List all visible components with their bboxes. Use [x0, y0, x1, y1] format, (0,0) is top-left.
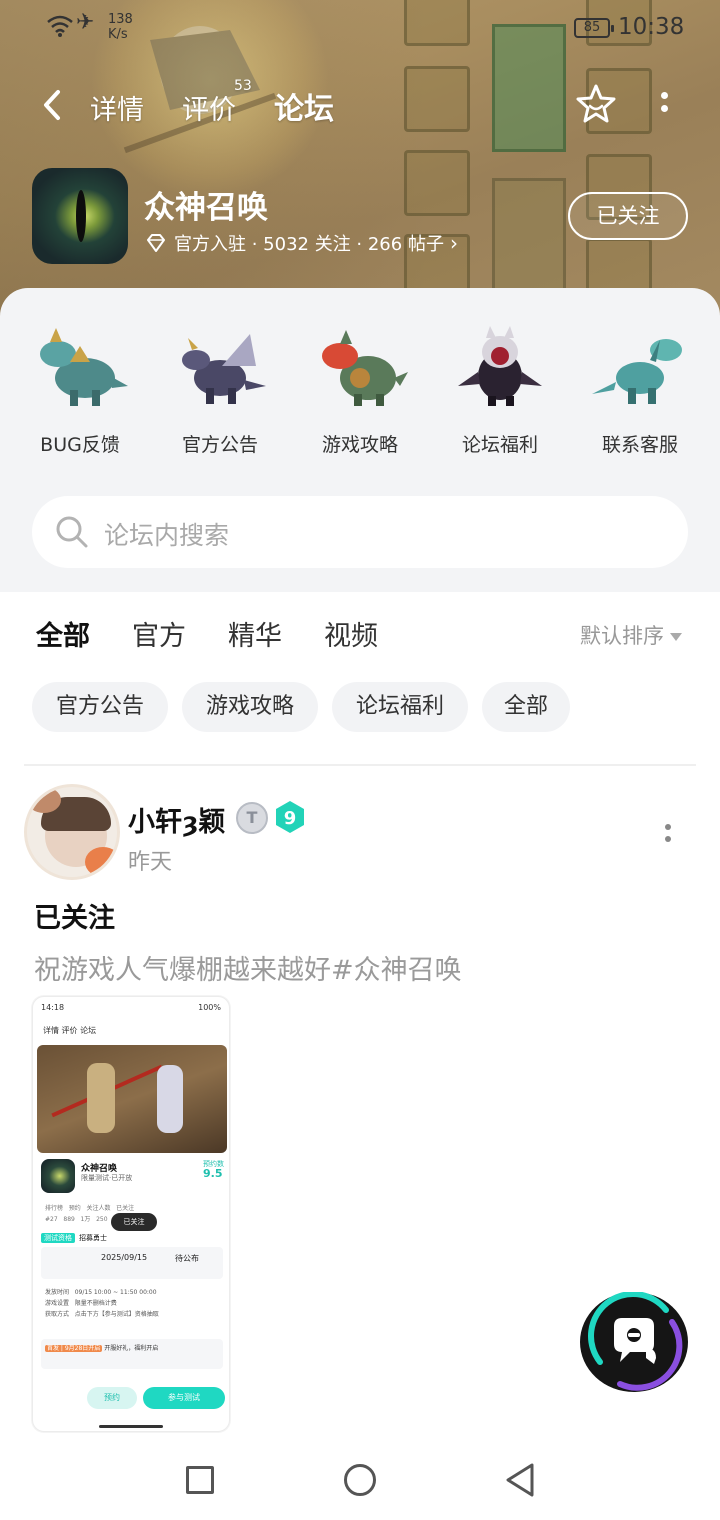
user-tier-badge: T [236, 802, 268, 834]
chat-bubble-icon [588, 1292, 683, 1391]
thumb-details: 发放时间 09/15 10:00 ~ 11:50 00:00 游戏设置 限量不删… [45, 1289, 159, 1318]
airplane-icon: ✈ [76, 10, 95, 35]
thumb-hero-image [37, 1045, 227, 1153]
category-guide[interactable]: 游戏攻略 [290, 312, 430, 462]
category-label: BUG反馈 [40, 434, 120, 456]
category-grid: BUG反馈 官方公告 游戏攻略 论坛福利 联系客服 [0, 312, 720, 462]
search-icon [56, 516, 88, 548]
filter-tab-featured[interactable]: 精华 [228, 614, 282, 653]
chip-all[interactable]: 全部 [482, 682, 570, 732]
network-speed-value: 138 [108, 12, 133, 27]
more-vertical-icon[interactable] [656, 88, 672, 124]
search-input[interactable]: 论坛内搜索 [104, 516, 229, 552]
tab-review[interactable]: 评价 53 [182, 78, 252, 127]
post-image[interactable]: 14:18 100% 详情 评价 论坛 众神召唤 限量测试·已开放 预约数 9.… [32, 996, 230, 1432]
sort-dropdown[interactable]: 默认排序 [580, 620, 682, 650]
status-bar: ✈ 138 K/s 85 10:38 [0, 0, 720, 58]
thumb-date-box: 2025/09/15 待公布 [41, 1247, 223, 1279]
recent-apps-icon[interactable] [186, 1466, 214, 1494]
thumb-date-left: 2025/09/15 [101, 1253, 148, 1262]
network-speed-unit: K/s [108, 27, 128, 42]
wifi-icon [47, 15, 73, 37]
filter-tab-all[interactable]: 全部 [36, 614, 90, 655]
thumb-tag-text: 招募勇士 [79, 1234, 107, 1242]
post-fab-button[interactable] [580, 1292, 688, 1392]
category-bug-feedback[interactable]: BUG反馈 [10, 312, 150, 462]
category-label: 联系客服 [601, 434, 678, 456]
dragon-guide-icon [322, 330, 408, 406]
post-time: 昨天 [128, 850, 173, 875]
follow-button[interactable]: 已关注 [568, 192, 688, 240]
filter-tab-label: 全部 [36, 621, 90, 652]
dragon-bug-icon [40, 328, 128, 406]
thumb-reserve-button: 预约 [87, 1387, 137, 1409]
thumb-event-text: 开服好礼，福利开启 [104, 1345, 159, 1352]
post-more-icon[interactable] [662, 824, 674, 848]
home-icon[interactable] [344, 1464, 376, 1496]
caret-down-icon [670, 633, 682, 641]
dragon-service-icon [592, 339, 682, 404]
level-badge-value: 9 [284, 808, 297, 829]
thumb-home-indicator [99, 1425, 163, 1428]
thumb-score: 9.5 [203, 1167, 223, 1180]
chip-announcement[interactable]: 官方公告 [32, 682, 168, 732]
game-name: 众神召唤 [144, 190, 268, 226]
battery-level: 85 [583, 20, 601, 35]
topic-chips: 官方公告 游戏攻略 论坛福利 全部 [0, 682, 720, 734]
chevron-left-icon[interactable] [36, 86, 68, 124]
category-label: 官方公告 [181, 434, 258, 456]
game-icon[interactable] [32, 168, 128, 264]
post-username[interactable]: 小轩ȝ颖 [128, 800, 225, 839]
thumb-followed-pill: 已关注 [111, 1213, 157, 1231]
avatar[interactable] [24, 784, 120, 880]
search-bar[interactable]: 论坛内搜索 [32, 496, 688, 568]
category-label: 游戏攻略 [321, 434, 398, 456]
thumb-date-right: 待公布 [175, 1254, 199, 1263]
thumb-join-test-button: 参与测试 [143, 1387, 225, 1409]
tab-forum[interactable]: 论坛 [270, 84, 342, 130]
chip-guide[interactable]: 游戏攻略 [182, 682, 318, 732]
star-icon[interactable] [574, 82, 618, 126]
forum-panel: BUG反馈 官方公告 游戏攻略 论坛福利 联系客服 论坛内搜索 [0, 288, 720, 592]
sort-label: 默认排序 [580, 624, 664, 648]
network-speed: 138 K/s [108, 12, 133, 42]
dragon-announcement-icon [182, 334, 266, 404]
level-badge-icon: 9 [276, 801, 304, 833]
tab-detail[interactable]: 详情 [90, 88, 144, 127]
category-customer-service[interactable]: 联系客服 [570, 312, 710, 462]
top-nav: 详情 评价 53 论坛 [0, 70, 720, 140]
category-announcement[interactable]: 官方公告 [150, 312, 290, 462]
thumb-tag: 测试资格 招募勇士 [41, 1233, 107, 1243]
thumb-game-sub: 限量测试·已开放 [81, 1174, 133, 1182]
review-count: 53 [234, 78, 252, 94]
divider [24, 764, 696, 766]
filter-tab-official[interactable]: 官方 [132, 614, 186, 653]
thumb-game-icon [41, 1159, 75, 1193]
battery-icon: 85 [574, 18, 614, 38]
game-meta[interactable]: 官方入驻 · 5032 关注 · 266 帖子 › [146, 230, 458, 256]
thumb-status-battery: 100% [198, 1003, 221, 1012]
thumb-status-time: 14:18 [41, 1003, 65, 1012]
category-welfare[interactable]: 论坛福利 [430, 312, 570, 462]
thumb-nav: 详情 评价 论坛 [43, 1026, 97, 1035]
system-nav-bar [0, 1440, 720, 1520]
post-title[interactable]: 已关注 [34, 896, 115, 935]
status-time: 10:38 [618, 14, 685, 40]
diamond-icon [147, 234, 165, 252]
dragon-welfare-icon [458, 326, 542, 406]
thumb-tag-em: 测试资格 [41, 1233, 75, 1243]
category-label: 论坛福利 [461, 434, 538, 456]
post-body[interactable]: 祝游戏人气爆棚越来越好#众神召唤 [34, 948, 462, 987]
tab-forum-label: 论坛 [274, 92, 334, 127]
chip-welfare[interactable]: 论坛福利 [332, 682, 468, 732]
filter-tabs: 全部 官方 精华 视频 默认排序 [0, 592, 720, 672]
thumb-event-em: 首发 | 9月28日开启 [45, 1345, 103, 1352]
tab-review-label: 评价 [182, 95, 236, 126]
chevron-right-icon: › [449, 231, 458, 255]
thumb-event: 首发 | 9月28日开启 开服好礼，福利开启 [41, 1339, 223, 1369]
game-meta-text: 官方入驻 · 5032 关注 · 266 帖子 [174, 234, 444, 255]
filter-tab-video[interactable]: 视频 [324, 614, 378, 653]
back-triangle-icon[interactable] [504, 1462, 536, 1498]
